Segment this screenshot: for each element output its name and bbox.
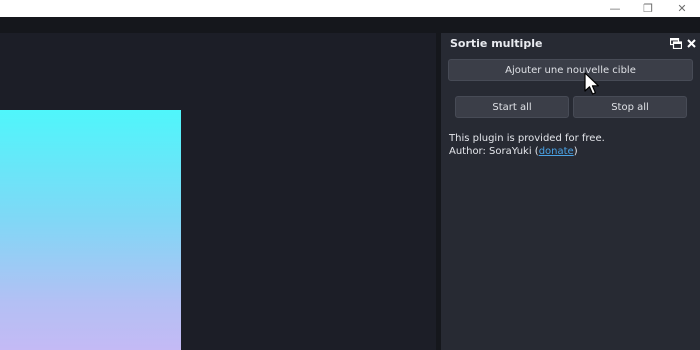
plugin-free-notice: This plugin is provided for free. — [449, 133, 605, 144]
window-titlebar: — ❐ ✕ — [0, 0, 700, 17]
add-new-target-button[interactable]: Ajouter une nouvelle cible — [448, 59, 693, 81]
donate-link[interactable]: donate — [539, 146, 574, 157]
dock-title: Sortie multiple — [450, 37, 543, 50]
close-window-button[interactable]: ✕ — [667, 0, 697, 17]
preview-source-image — [0, 110, 181, 350]
minimize-icon: — — [609, 2, 621, 15]
author-suffix: ) — [573, 146, 578, 157]
stop-all-button[interactable]: Stop all — [573, 96, 687, 118]
minimize-button[interactable]: — — [600, 0, 630, 17]
dock-close-icon[interactable] — [685, 37, 697, 50]
close-icon: ✕ — [677, 2, 687, 15]
plugin-author-line: Author: SoraYuki (donate) — [449, 145, 694, 158]
author-prefix: Author: SoraYuki ( — [449, 146, 539, 157]
restore-button[interactable]: ❐ — [633, 0, 663, 17]
undock-icon[interactable] — [669, 37, 683, 50]
toolbar-strip — [0, 17, 700, 33]
mouse-cursor-icon — [584, 72, 599, 95]
start-all-button[interactable]: Start all — [455, 96, 569, 118]
multiple-output-dock: Sortie multiple Ajouter une nouvelle cib… — [441, 33, 700, 350]
plugin-info: This plugin is provided for free. Author… — [449, 132, 694, 158]
restore-icon: ❐ — [643, 2, 653, 15]
dock-header: Sortie multiple — [441, 33, 700, 55]
